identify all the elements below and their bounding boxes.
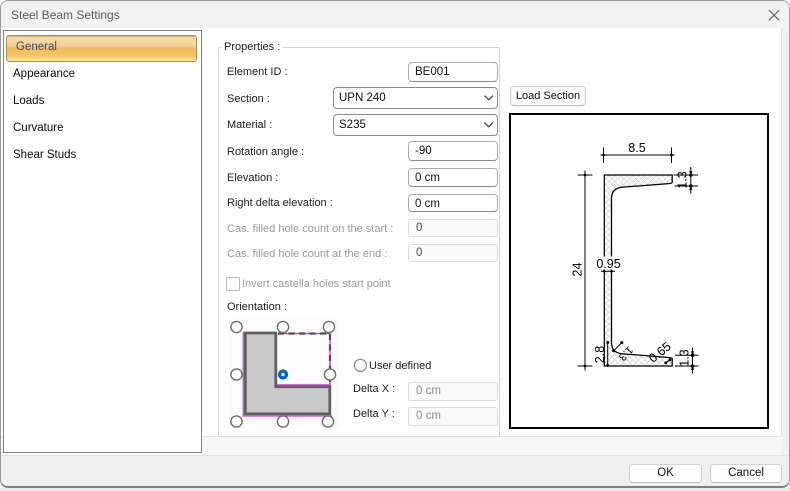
svg-text:2.8: 2.8 bbox=[593, 346, 607, 363]
svg-text:1.3: 1.3 bbox=[676, 171, 690, 188]
svg-text:1.3: 1.3 bbox=[678, 349, 692, 366]
svg-text:24: 24 bbox=[571, 263, 585, 277]
svg-text:0.95: 0.95 bbox=[596, 257, 620, 271]
svg-text:8.5: 8.5 bbox=[628, 141, 645, 155]
